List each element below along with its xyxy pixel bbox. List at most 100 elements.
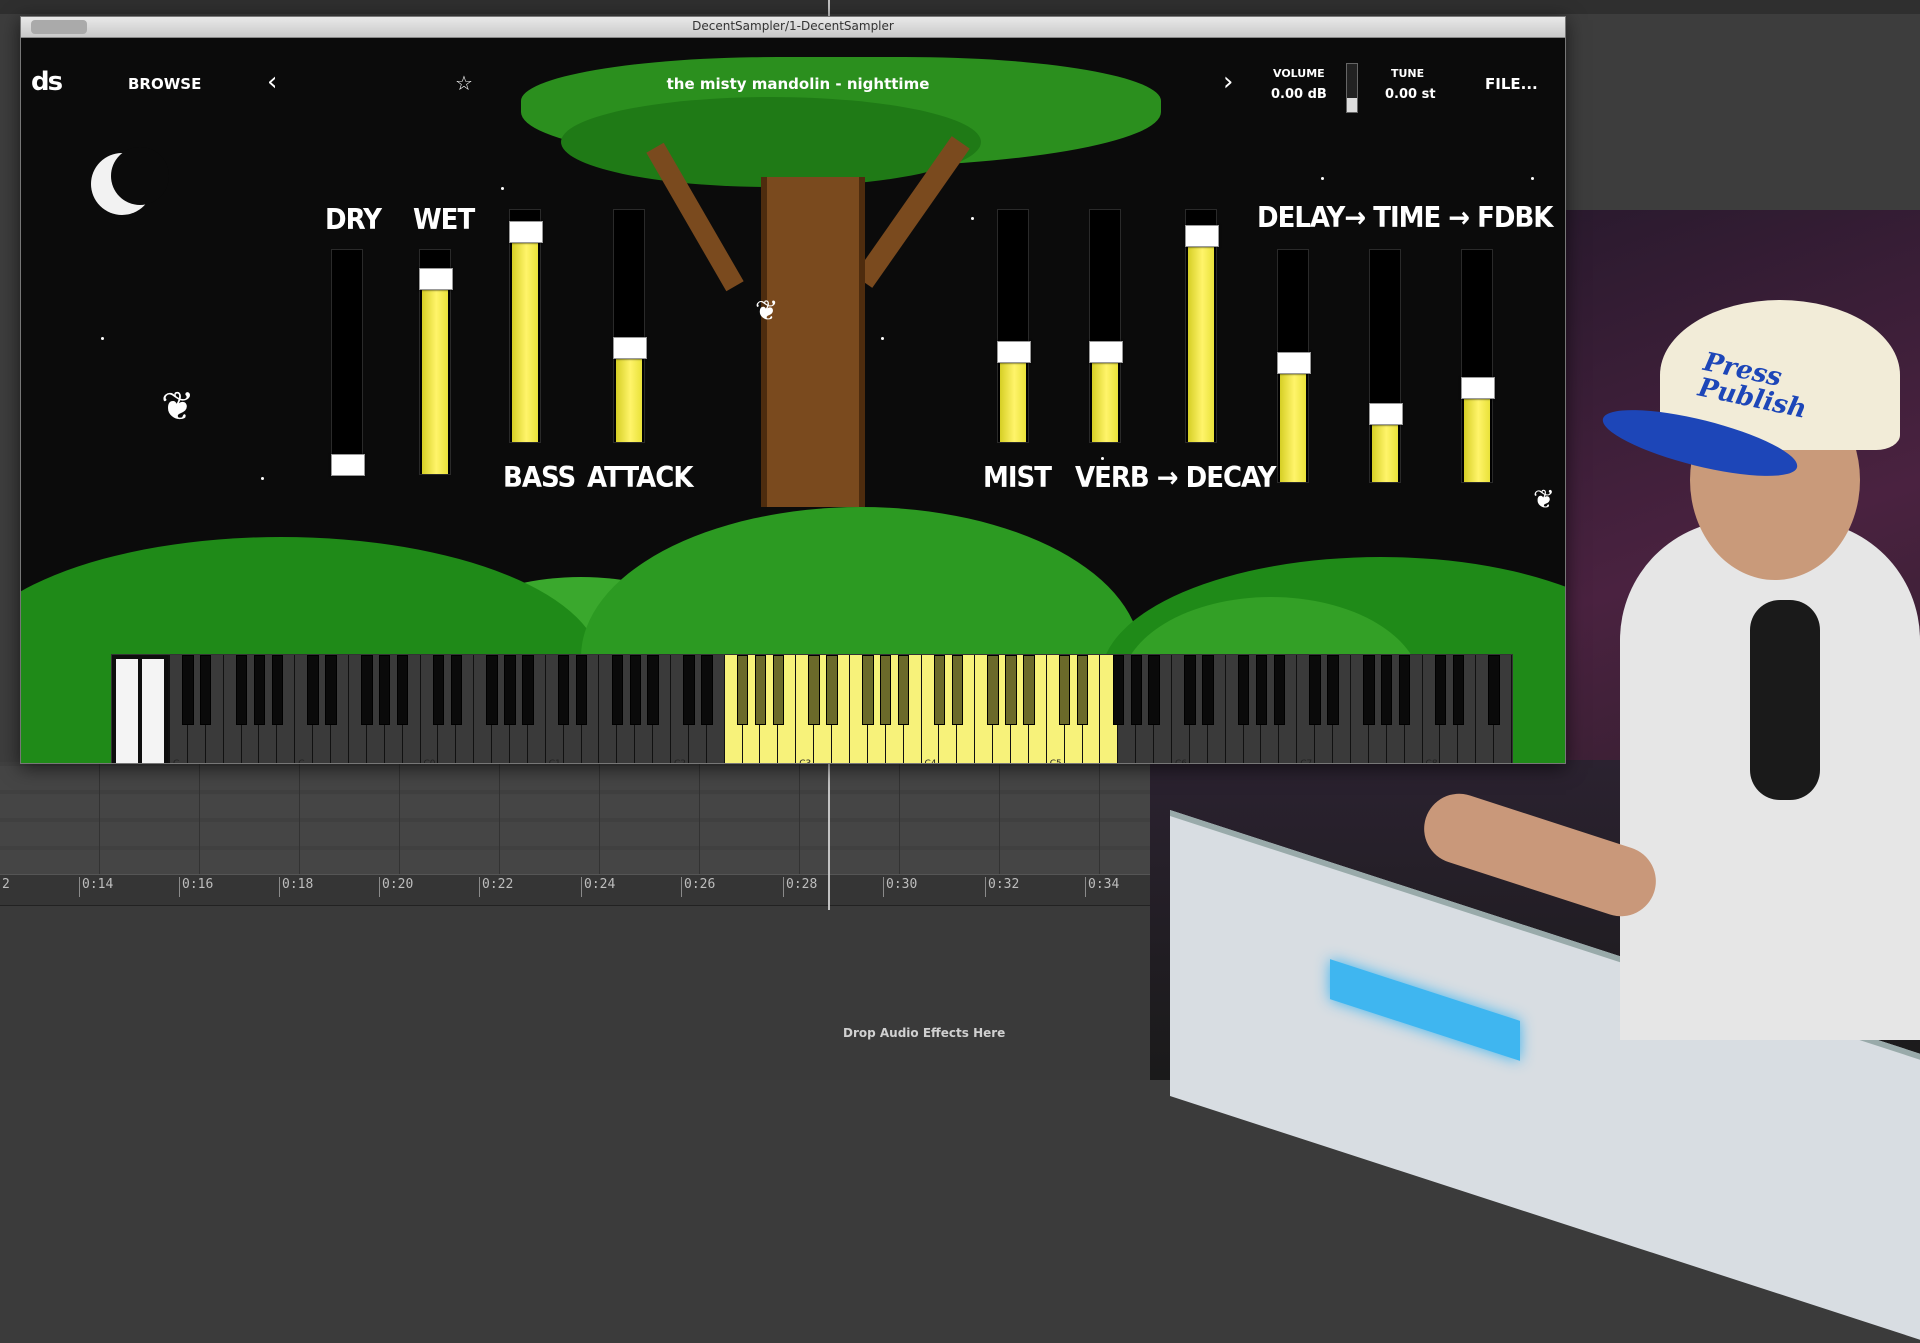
verb-slider[interactable] xyxy=(1089,209,1123,443)
black-key[interactable] xyxy=(271,655,284,725)
decent-sampler-logo[interactable]: ds xyxy=(31,67,63,97)
window-titlebar[interactable]: DecentSampler/1-DecentSampler xyxy=(21,17,1565,38)
black-key[interactable] xyxy=(361,655,373,725)
piano-keyboard[interactable]: C- C- C0 C1 C2 C3 C4 C5 C6 C7 C8 xyxy=(111,654,1513,764)
black-key[interactable] xyxy=(754,655,767,725)
mist-slider-handle[interactable] xyxy=(997,341,1031,364)
black-key[interactable] xyxy=(378,655,391,725)
webcam-microphone xyxy=(1750,600,1820,800)
octave-label: C- xyxy=(298,759,308,764)
wet-slider-handle[interactable] xyxy=(419,268,453,291)
black-key[interactable] xyxy=(951,655,964,725)
black-key[interactable] xyxy=(629,655,641,725)
mist-slider[interactable] xyxy=(997,209,1031,443)
decay-slider-handle[interactable] xyxy=(1185,224,1219,247)
black-key[interactable] xyxy=(826,655,838,725)
decay-slider-fill xyxy=(1188,234,1214,442)
dry-slider-handle[interactable] xyxy=(331,454,365,476)
black-key[interactable] xyxy=(1148,655,1160,725)
volume-value[interactable]: 0.00 dB xyxy=(1271,87,1327,102)
black-key[interactable] xyxy=(808,655,820,725)
black-key[interactable] xyxy=(1237,655,1250,725)
preset-name[interactable]: the misty mandolin - nighttime xyxy=(621,75,975,93)
black-key[interactable] xyxy=(450,655,462,725)
black-key[interactable] xyxy=(486,655,498,725)
black-key[interactable] xyxy=(522,655,534,725)
delay-slider-handle[interactable] xyxy=(1277,351,1311,374)
black-key[interactable] xyxy=(1184,655,1196,725)
black-key[interactable] xyxy=(933,655,946,725)
black-key[interactable] xyxy=(736,655,749,725)
black-key[interactable] xyxy=(1005,655,1017,725)
time-slider-handle[interactable] xyxy=(1369,402,1403,425)
decay-slider[interactable] xyxy=(1185,209,1219,443)
attack-slider-handle[interactable] xyxy=(613,337,647,360)
black-key[interactable] xyxy=(1255,655,1268,725)
black-key[interactable] xyxy=(253,655,266,725)
previous-preset-button[interactable]: ‹ xyxy=(267,67,277,97)
file-menu-button[interactable]: FILE... xyxy=(1485,75,1538,93)
next-preset-button[interactable]: › xyxy=(1223,67,1233,97)
time-slider[interactable] xyxy=(1369,249,1403,483)
pitch-wheel[interactable] xyxy=(116,659,138,763)
black-key[interactable] xyxy=(1273,655,1286,725)
black-key[interactable] xyxy=(504,655,516,725)
black-key[interactable] xyxy=(683,655,695,725)
wet-slider[interactable] xyxy=(419,249,453,475)
black-key[interactable] xyxy=(1398,655,1411,725)
black-key[interactable] xyxy=(1058,655,1071,725)
black-key[interactable] xyxy=(1076,655,1089,725)
black-key[interactable] xyxy=(307,655,319,725)
black-key[interactable] xyxy=(1130,655,1142,725)
bass-slider[interactable] xyxy=(509,209,543,443)
black-key[interactable] xyxy=(1488,655,1500,725)
tree-canopy-inner xyxy=(561,97,981,187)
black-key[interactable] xyxy=(897,655,910,725)
attack-slider[interactable] xyxy=(613,209,647,443)
black-key[interactable] xyxy=(396,655,409,725)
decent-sampler-window[interactable]: DecentSampler/1-DecentSampler ❦ ❦ ❦ ds B… xyxy=(20,16,1566,764)
window-title: DecentSampler/1-DecentSampler xyxy=(692,19,894,33)
timeline-tick: 0:28 xyxy=(782,877,818,897)
black-key[interactable] xyxy=(200,655,212,725)
black-key[interactable] xyxy=(611,655,624,725)
piano-keys[interactable]: C- C- C0 C1 C2 C3 C4 C5 C6 C7 C8 xyxy=(170,655,1512,764)
black-key[interactable] xyxy=(772,655,785,725)
bass-slider-handle[interactable] xyxy=(509,220,543,243)
black-key[interactable] xyxy=(1381,655,1393,725)
tune-value[interactable]: 0.00 st xyxy=(1385,87,1436,102)
volume-meter[interactable] xyxy=(1346,63,1358,113)
black-key[interactable] xyxy=(432,655,445,725)
favorite-star-icon[interactable]: ☆ xyxy=(455,71,473,95)
delay-slider[interactable] xyxy=(1277,249,1311,483)
black-key[interactable] xyxy=(880,655,892,725)
black-key[interactable] xyxy=(1309,655,1321,725)
mod-wheel[interactable] xyxy=(142,659,164,763)
dry-slider[interactable] xyxy=(331,249,365,476)
black-key[interactable] xyxy=(1434,655,1447,725)
black-key[interactable] xyxy=(1023,655,1035,725)
black-key[interactable] xyxy=(1363,655,1375,725)
browse-button[interactable]: BROWSE xyxy=(128,75,201,93)
fdbk-slider-handle[interactable] xyxy=(1461,377,1495,400)
black-key[interactable] xyxy=(701,655,713,725)
verb-slider-handle[interactable] xyxy=(1089,341,1123,364)
black-key[interactable] xyxy=(1112,655,1125,725)
black-key[interactable] xyxy=(987,655,999,725)
moon-icon xyxy=(91,147,169,215)
black-key[interactable] xyxy=(1327,655,1339,725)
fdbk-slider[interactable] xyxy=(1461,249,1495,483)
black-key[interactable] xyxy=(182,655,194,725)
black-key[interactable] xyxy=(862,655,874,725)
black-key[interactable] xyxy=(557,655,570,725)
volume-meter-fill xyxy=(1347,98,1357,112)
black-key[interactable] xyxy=(325,655,337,725)
black-key[interactable] xyxy=(1452,655,1465,725)
black-key[interactable] xyxy=(575,655,588,725)
star-dot xyxy=(881,337,884,340)
black-key[interactable] xyxy=(235,655,248,725)
black-key[interactable] xyxy=(1202,655,1214,725)
black-key[interactable] xyxy=(647,655,659,725)
octave-label: C5 xyxy=(1049,759,1062,764)
octave-label: C6 xyxy=(1175,759,1188,764)
